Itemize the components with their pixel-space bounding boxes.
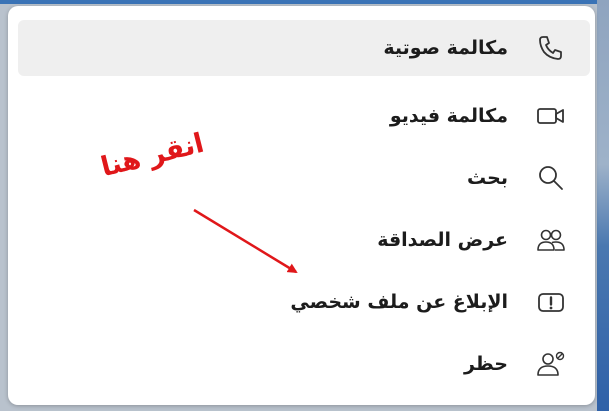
block-user-icon (534, 347, 568, 381)
phone-icon (534, 31, 568, 65)
report-icon (534, 285, 568, 319)
voice-call-item[interactable]: مكالمة صوتية (18, 20, 590, 76)
annotation-arrow (193, 208, 298, 274)
voice-call-label: مكالمة صوتية (383, 37, 508, 59)
background-right-edge (597, 0, 609, 411)
friends-icon (534, 223, 568, 257)
video-camera-icon (534, 99, 568, 133)
view-friendship-label: عرض الصداقة (377, 229, 508, 251)
block-label: حظر (463, 353, 508, 375)
report-profile-label: الإبلاغ عن ملف شخصي (290, 291, 508, 313)
video-call-item[interactable]: مكالمة فيديو (18, 88, 590, 144)
search-label: بحث (467, 167, 508, 189)
background-top-strip (0, 0, 609, 4)
video-call-label: مكالمة فيديو (389, 105, 508, 127)
search-icon (534, 161, 568, 195)
block-item[interactable]: حظر (18, 336, 590, 392)
